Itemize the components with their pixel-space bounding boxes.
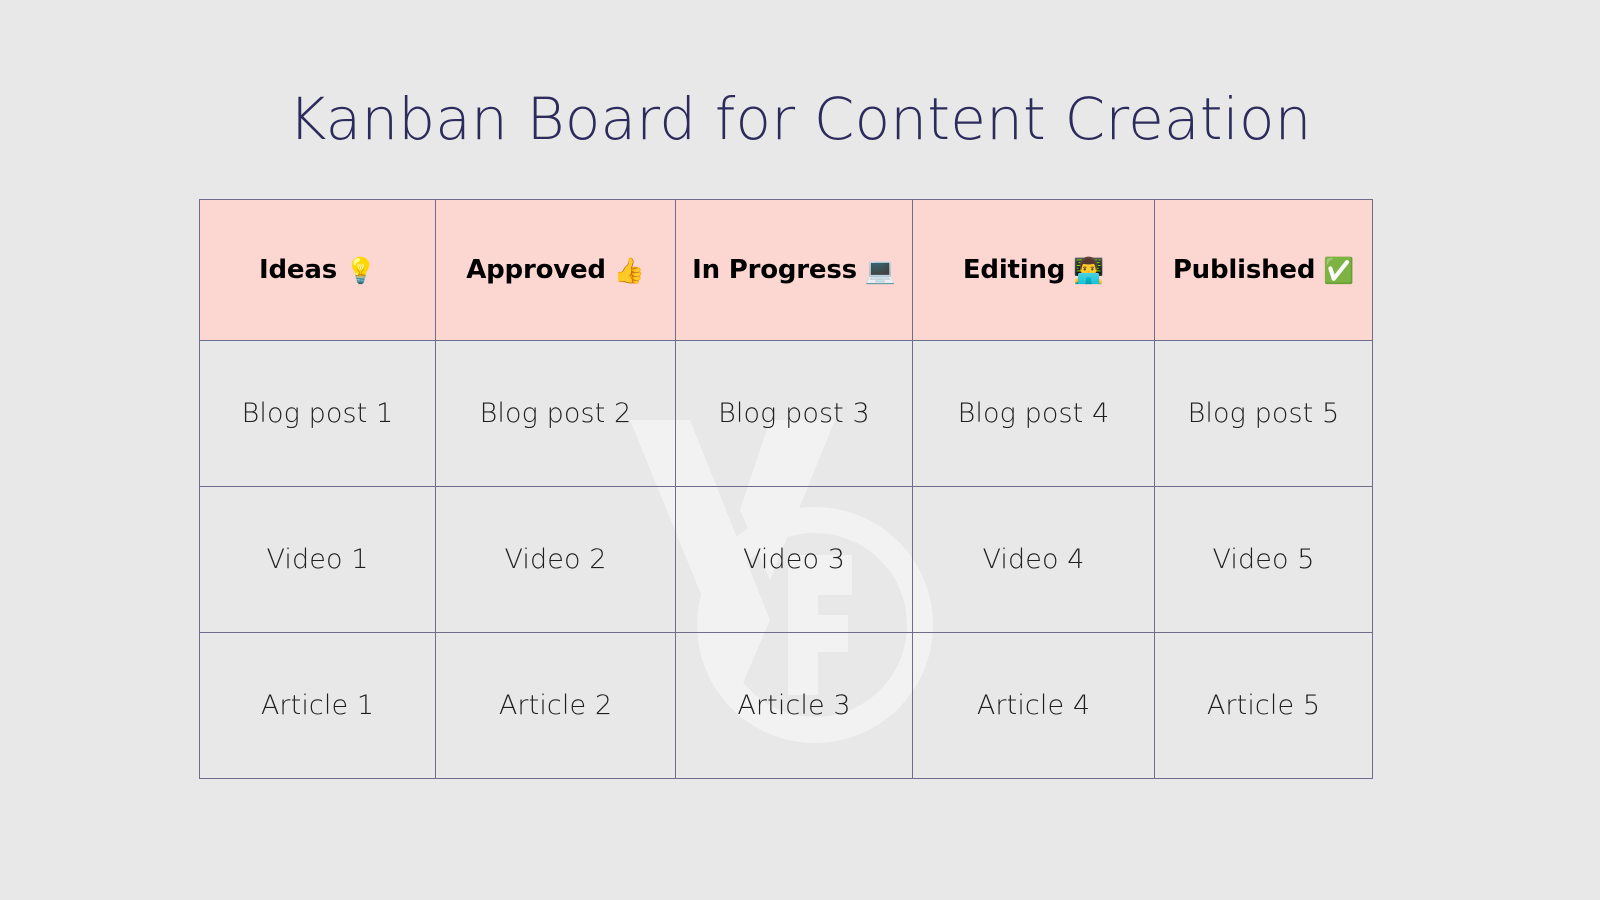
kanban-table: Ideas 💡 Approved 👍 In Progress 💻 Editing… bbox=[199, 199, 1373, 779]
card-cell[interactable]: Blog post 3 bbox=[675, 340, 913, 487]
card-cell[interactable]: Article 3 bbox=[675, 632, 913, 779]
column-header-ideas[interactable]: Ideas 💡 bbox=[199, 199, 436, 341]
check-mark-button-icon: ✅ bbox=[1323, 255, 1355, 285]
page-title: Kanban Board for Content Creation bbox=[288, 84, 1312, 153]
card-cell[interactable]: Blog post 4 bbox=[912, 340, 1155, 487]
column-header-in-progress[interactable]: In Progress 💻 bbox=[675, 199, 913, 341]
card-cell[interactable]: Blog post 2 bbox=[435, 340, 676, 487]
card-cell[interactable]: Video 2 bbox=[435, 486, 676, 633]
laptop-icon: 💻 bbox=[864, 255, 896, 285]
column-header-label: Ideas bbox=[259, 255, 337, 285]
card-cell[interactable]: Blog post 1 bbox=[199, 340, 436, 487]
column-header-label: Editing bbox=[962, 255, 1066, 285]
card-cell[interactable]: Video 5 bbox=[1154, 486, 1373, 633]
column-header-label: Approved bbox=[466, 255, 606, 285]
technologist-icon: 👨‍💻 bbox=[1073, 255, 1105, 285]
column-header-approved[interactable]: Approved 👍 bbox=[435, 199, 676, 341]
table-row: Video 1 Video 2 Video 3 Video 4 Video 5 bbox=[199, 486, 1373, 633]
table-row: Blog post 1 Blog post 2 Blog post 3 Blog… bbox=[199, 340, 1373, 487]
card-cell[interactable]: Article 1 bbox=[199, 632, 436, 779]
kanban-board: Ideas 💡 Approved 👍 In Progress 💻 Editing… bbox=[199, 199, 1373, 779]
column-header-editing[interactable]: Editing 👨‍💻 bbox=[912, 199, 1155, 341]
card-cell[interactable]: Blog post 5 bbox=[1154, 340, 1373, 487]
card-cell[interactable]: Video 4 bbox=[912, 486, 1155, 633]
card-cell[interactable]: Article 5 bbox=[1154, 632, 1373, 779]
kanban-header-row-group: Ideas 💡 Approved 👍 In Progress 💻 Editing… bbox=[199, 199, 1373, 341]
column-header-label: In Progress bbox=[692, 255, 857, 285]
thumbs-up-icon: 👍 bbox=[613, 255, 645, 285]
column-header-label: Published bbox=[1172, 255, 1316, 285]
card-cell[interactable]: Video 1 bbox=[199, 486, 436, 633]
card-cell[interactable]: Article 4 bbox=[912, 632, 1155, 779]
table-row: Article 1 Article 2 Article 3 Article 4 … bbox=[199, 632, 1373, 779]
column-header-published[interactable]: Published ✅ bbox=[1154, 199, 1373, 341]
card-cell[interactable]: Video 3 bbox=[675, 486, 913, 633]
light-bulb-icon: 💡 bbox=[345, 255, 376, 285]
card-cell[interactable]: Article 2 bbox=[435, 632, 676, 779]
kanban-header-row: Ideas 💡 Approved 👍 In Progress 💻 Editing… bbox=[199, 199, 1373, 341]
kanban-body: Blog post 1 Blog post 2 Blog post 3 Blog… bbox=[199, 340, 1373, 779]
